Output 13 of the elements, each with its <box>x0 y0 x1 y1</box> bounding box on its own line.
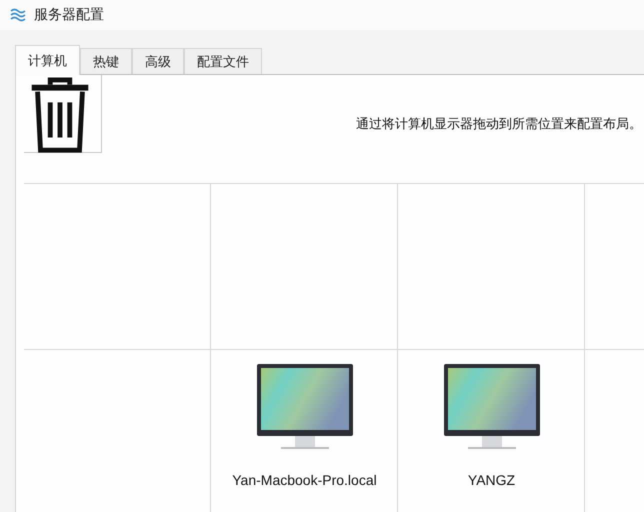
window-title: 服务器配置 <box>34 6 104 24</box>
tab[interactable]: 热键 <box>80 48 132 74</box>
tab[interactable]: 高级 <box>132 48 184 74</box>
tab[interactable]: 配置文件 <box>184 48 262 74</box>
tab[interactable]: 计算机 <box>15 45 80 75</box>
monitor-icon <box>256 364 352 450</box>
monitor-icon <box>444 364 540 450</box>
trash-drop-area[interactable] <box>24 75 102 153</box>
computer-name: YANGZ <box>468 472 516 488</box>
layout-grid[interactable]: Yan-Macbook-Pro.local YANGZ <box>24 183 644 512</box>
waves-icon <box>10 8 26 22</box>
computer-name: Yan-Macbook-Pro.local <box>232 472 377 488</box>
instruction-text: 通过将计算机显示器拖动到所需位置来配置布局。 <box>356 116 643 133</box>
